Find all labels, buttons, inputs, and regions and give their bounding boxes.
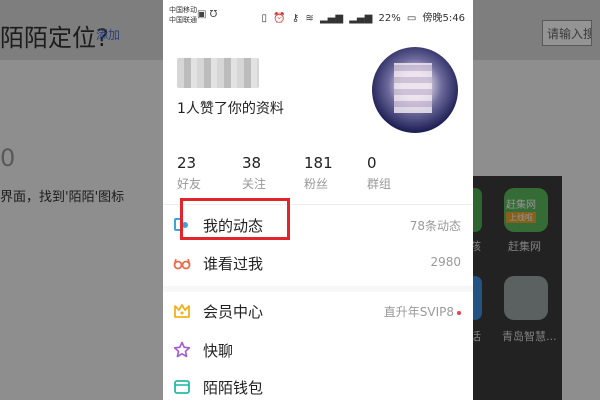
alarm-icon: ⏰	[273, 13, 286, 24]
star-icon	[173, 341, 191, 358]
status-bar: 中国移动 中国联通 ▣ Ʊ ▯ ⏰ ⚷ ≋ ▂▄▆ ▂▄▆ 22% ▭ 傍晚5:…	[163, 0, 473, 30]
profile-likes-text[interactable]: 1人赞了你的资料	[177, 98, 284, 118]
stat-value: 23	[177, 154, 197, 172]
battery-percent: 22%	[378, 13, 401, 24]
time-prefix: 傍晚	[422, 13, 443, 24]
stat-value: 38	[242, 154, 262, 172]
menu-item-label: 快聊	[203, 342, 234, 360]
vibrate-icon: ▯	[261, 13, 268, 24]
battery-icon: ▭	[406, 13, 417, 24]
stat-label: 粉丝	[304, 177, 329, 191]
wifi-icon: ≋	[305, 13, 314, 24]
menu-item-value: 78条动态	[409, 219, 461, 233]
menu-item-vip-center[interactable]: 会员中心 直升年SVIP8	[163, 293, 473, 329]
phone-screen: 中国移动 中国联通 ▣ Ʊ ▯ ⏰ ⚷ ≋ ▂▄▆ ▂▄▆ 22% ▭ 傍晚5:…	[163, 0, 473, 400]
menu-item-quick-chat[interactable]: 快聊	[163, 332, 473, 368]
stat-label: 关注	[242, 177, 267, 191]
menu-item-who-viewed-me[interactable]: 谁看过我 2980	[163, 245, 473, 281]
menu-item-value: 直升年SVIP8	[384, 303, 461, 320]
stat-following[interactable]: 38 关注	[242, 154, 302, 192]
menu-item-label: 会员中心	[203, 303, 264, 321]
stat-label: 好友	[177, 177, 202, 191]
signal-icon: ▂▄▆	[319, 13, 344, 24]
avatar-pixelation	[394, 63, 432, 113]
menu-item-label: 谁看过我	[203, 255, 264, 273]
vip-promo-text: 直升年SVIP8	[383, 305, 454, 319]
avatar[interactable]	[372, 47, 458, 133]
menu-item-value: 2980	[430, 255, 461, 269]
notification-icons: ▣ Ʊ	[197, 9, 218, 20]
stat-label: 群组	[367, 177, 392, 191]
wallet-icon	[174, 380, 190, 394]
menu-item-label: 陌陌钱包	[203, 379, 264, 397]
notification-dot	[457, 310, 461, 315]
key-icon: ⚷	[291, 13, 300, 24]
system-status-icons: ▯ ⏰ ⚷ ≋ ▂▄▆ ▂▄▆ 22% ▭ 傍晚5:46	[259, 9, 466, 24]
highlight-box	[180, 198, 290, 240]
carrier-label: 中国联通	[169, 16, 197, 24]
stat-followers[interactable]: 181 粉丝	[304, 154, 364, 192]
profile-name-blurred[interactable]	[177, 58, 259, 88]
signal-icon: ▂▄▆	[349, 13, 373, 24]
section-divider	[163, 286, 473, 292]
stat-groups[interactable]: 0 群组	[367, 154, 427, 192]
stat-value: 181	[304, 154, 333, 172]
carrier-label: 中国移动	[169, 6, 197, 14]
glasses-icon	[173, 258, 191, 270]
crown-icon	[174, 304, 190, 318]
menu-item-wallet[interactable]: 陌陌钱包	[163, 369, 473, 400]
stat-friends[interactable]: 23 好友	[177, 154, 237, 192]
stat-value: 0	[367, 154, 377, 172]
clock: 5:46	[442, 13, 465, 24]
